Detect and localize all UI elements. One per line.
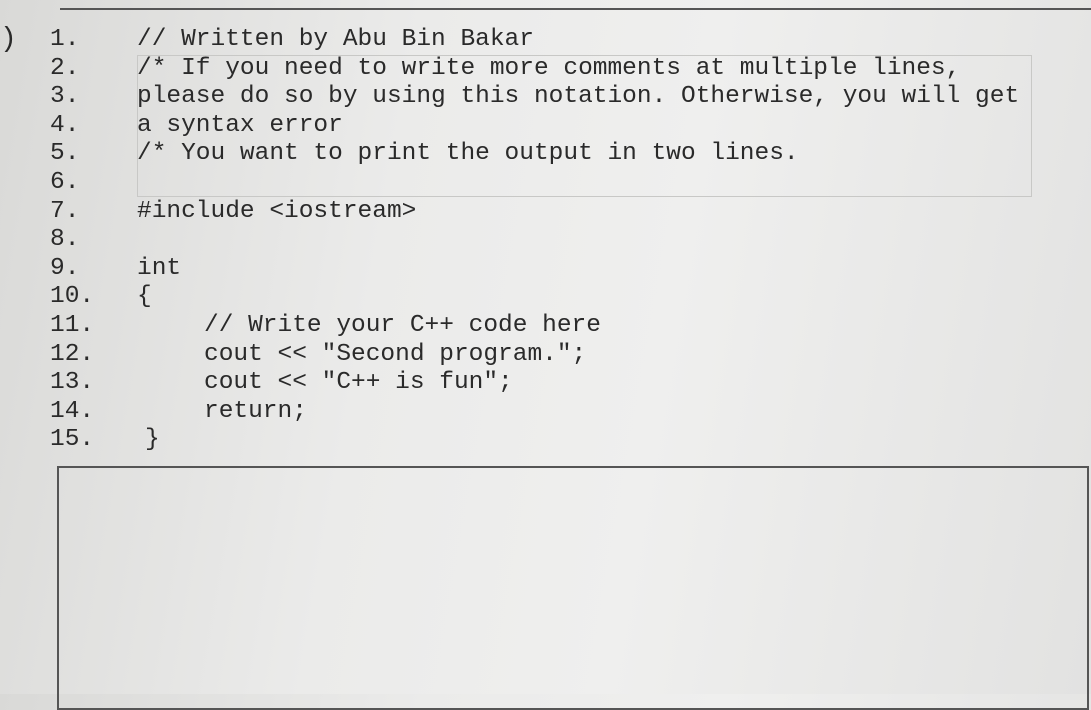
line-number: 4. [50,111,80,139]
line-number: 13. [50,369,95,397]
line-number: 3. [50,83,80,111]
answer-box[interactable] [57,466,1089,710]
line-number: 11. [50,312,95,339]
line-number: 14. [50,397,95,425]
code-text: // Write your C++ code here [204,312,601,339]
line-number: 15. [50,426,95,454]
code-text: cout << "C++ is fun"; [204,369,513,397]
code-text: int [137,254,182,282]
question-marker: ) [0,24,17,55]
code-text: cout << "Second program."; [204,340,587,368]
code-text: /* If you need to write more comments at… [137,54,961,82]
line-number: 6. [50,169,80,196]
line-number: 12. [50,340,95,368]
code-text: return; [204,397,307,425]
line-number: 2. [50,54,80,82]
code-text: /* You want to print the output in two l… [137,140,799,168]
line-number: 10. [50,283,95,311]
code-text: a syntax error [137,111,343,139]
line-number: 9. [50,254,80,282]
line-number: 1. [50,26,80,53]
line-number: 7. [50,197,80,225]
previous-box-border [60,0,1091,10]
line-number: 5. [50,140,80,168]
code-text: } [145,426,160,454]
line-number: 8. [50,226,80,254]
code-text: { [137,283,152,311]
code-text: #include <iostream> [137,197,417,225]
code-text: please do so by using this notation. Oth… [137,83,1020,111]
code-text: // Written by Abu Bin Bakar [137,26,534,53]
